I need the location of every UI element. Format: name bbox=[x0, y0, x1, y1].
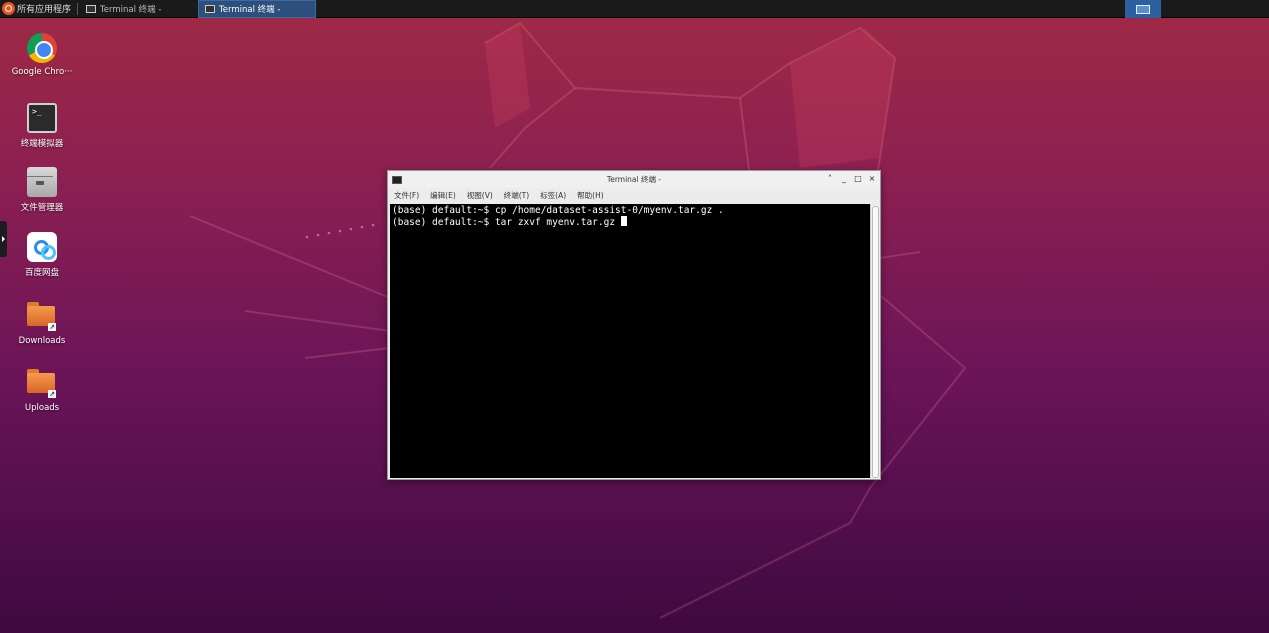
taskbar-separator bbox=[77, 2, 79, 15]
side-panel-handle[interactable] bbox=[0, 221, 7, 257]
baidu-netdisk-icon bbox=[27, 232, 57, 262]
desktop-icon-uploads[interactable]: ↗ Uploads bbox=[4, 365, 80, 413]
shortcut-arrow-icon: ↗ bbox=[48, 323, 56, 331]
terminal-titlebar[interactable]: Terminal 终端 - ˄ _ □ × bbox=[388, 171, 880, 188]
desktop-icon-google-chrome[interactable]: Google Chro··· bbox=[4, 33, 80, 77]
taskbar-task-terminal-1[interactable]: Terminal 终端 - bbox=[80, 0, 198, 18]
terminal-icon bbox=[27, 103, 57, 133]
terminal-line-current: (base) default:~$ tar zxvf myenv.tar.gz bbox=[392, 216, 868, 228]
workspace-icon bbox=[1136, 4, 1150, 14]
top-taskbar: 所有应用程序 Terminal 终端 - Terminal 终端 - bbox=[0, 0, 1269, 18]
terminal-scrollbar[interactable] bbox=[870, 204, 879, 478]
desktop-icon-label: Google Chro··· bbox=[11, 67, 73, 77]
desktop-icon-downloads[interactable]: ↗ Downloads bbox=[4, 298, 80, 346]
workspace-switcher[interactable] bbox=[1125, 0, 1161, 18]
desktop-icon-label: Uploads bbox=[24, 403, 60, 413]
task-label: Terminal 终端 - bbox=[219, 4, 281, 15]
desktop-icon-label: 终端模拟器 bbox=[20, 139, 64, 149]
terminal-window-icon bbox=[205, 4, 216, 13]
menu-file[interactable]: 文件(F) bbox=[394, 190, 419, 201]
menu-view[interactable]: 视图(V) bbox=[467, 190, 493, 201]
maximize-button[interactable]: □ bbox=[854, 174, 862, 184]
start-menu-label: 所有应用程序 bbox=[17, 5, 72, 15]
terminal-line: (base) default:~$ cp /home/dataset-assis… bbox=[392, 205, 724, 216]
shortcut-arrow-icon: ↗ bbox=[48, 390, 56, 398]
task-label: Terminal 终端 - bbox=[100, 4, 162, 15]
menu-tabs[interactable]: 标签(A) bbox=[540, 190, 566, 201]
terminal-menubar: 文件(F) 编辑(E) 视图(V) 终端(T) 标签(A) 帮助(H) bbox=[388, 188, 880, 202]
desktop-icon-label: 百度网盘 bbox=[24, 268, 59, 278]
close-button[interactable]: × bbox=[868, 174, 876, 184]
menu-terminal[interactable]: 终端(T) bbox=[504, 190, 529, 201]
folder-icon: ↗ bbox=[27, 369, 57, 399]
desktop-icon-label: 文件管理器 bbox=[20, 203, 64, 213]
file-manager-icon bbox=[27, 167, 57, 197]
menu-help[interactable]: 帮助(H) bbox=[577, 190, 604, 201]
terminal-title: Terminal 终端 - bbox=[606, 175, 662, 184]
terminal-window-icon bbox=[86, 4, 97, 13]
desktop-icon-label: Downloads bbox=[18, 336, 66, 346]
desktop-icon-file-manager[interactable]: 文件管理器 bbox=[4, 167, 80, 213]
desktop-icon-baidu-netdisk[interactable]: 百度网盘 bbox=[4, 232, 80, 278]
terminal-window: Terminal 终端 - ˄ _ □ × 文件(F) 编辑(E) 视图(V) … bbox=[387, 170, 881, 480]
window-controls: ˄ _ □ × bbox=[826, 174, 876, 184]
ubuntu-logo-icon bbox=[2, 2, 15, 15]
minimize-button[interactable]: _ bbox=[840, 174, 848, 184]
chrome-icon bbox=[27, 33, 57, 63]
shade-button[interactable]: ˄ bbox=[826, 174, 834, 184]
folder-icon: ↗ bbox=[27, 302, 57, 332]
terminal-line: (base) default:~$ tar zxvf myenv.tar.gz bbox=[392, 217, 621, 228]
start-menu-button[interactable]: 所有应用程序 bbox=[0, 0, 75, 18]
terminal-output[interactable]: (base) default:~$ cp /home/dataset-assis… bbox=[390, 204, 870, 478]
taskbar-task-terminal-2[interactable]: Terminal 终端 - bbox=[198, 0, 317, 18]
menu-edit[interactable]: 编辑(E) bbox=[430, 190, 456, 201]
text-cursor bbox=[620, 216, 627, 226]
desktop-icon-terminal[interactable]: 终端模拟器 bbox=[4, 99, 80, 149]
